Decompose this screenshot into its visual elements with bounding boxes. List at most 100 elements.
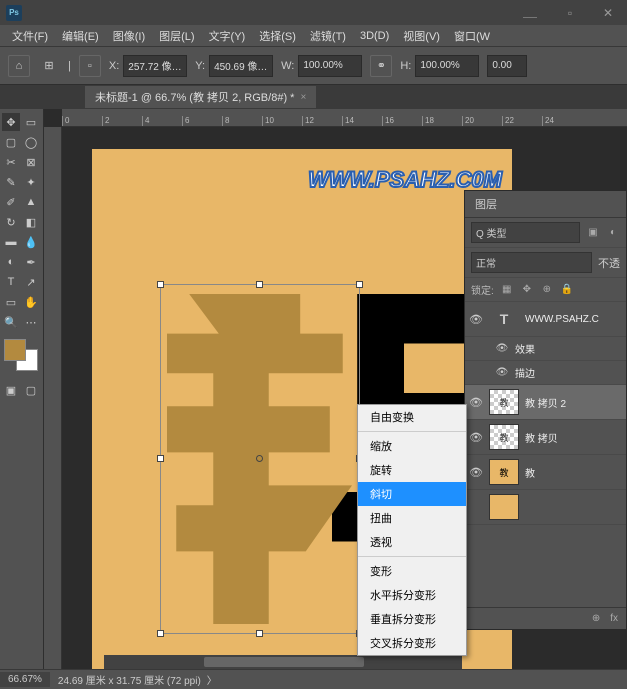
- document-tab[interactable]: 未标题-1 @ 66.7% (教 拷贝 2, RGB/8#) * ×: [85, 86, 316, 108]
- lock-artboard-icon[interactable]: ⊕: [540, 283, 554, 297]
- path-tool[interactable]: ↗: [22, 273, 40, 291]
- menu-view[interactable]: 视图(V): [397, 26, 446, 46]
- reference-point-icon[interactable]: ▫: [79, 55, 101, 77]
- menu-warp[interactable]: 变形: [358, 559, 466, 583]
- handle-top[interactable]: [256, 281, 263, 288]
- edit-toolbar[interactable]: ⋯: [22, 313, 40, 331]
- move-tool[interactable]: ✥: [2, 113, 20, 131]
- menu-distort[interactable]: 扭曲: [358, 506, 466, 530]
- type-tool[interactable]: T: [2, 273, 20, 291]
- close-button[interactable]: ✕: [589, 0, 627, 25]
- layer-copy-2[interactable]: 👁 教 教 拷贝 2: [465, 385, 626, 420]
- angle-input[interactable]: [487, 55, 527, 77]
- layer-original[interactable]: 👁 教 教: [465, 455, 626, 490]
- home-icon[interactable]: ⌂: [8, 55, 30, 77]
- menu-3d[interactable]: 3D(D): [354, 28, 395, 44]
- zoom-level[interactable]: 66.67%: [0, 672, 50, 687]
- handle-bottom[interactable]: [256, 630, 263, 637]
- gradient-tool[interactable]: ▬: [2, 233, 20, 251]
- transform-bounding-box[interactable]: [160, 284, 360, 634]
- h-input[interactable]: [415, 55, 479, 77]
- document-tabs: 未标题-1 @ 66.7% (教 拷贝 2, RGB/8#) * ×: [0, 85, 627, 109]
- handle-center[interactable]: [256, 455, 263, 462]
- blend-mode-select[interactable]: 正常: [471, 252, 592, 273]
- handle-left[interactable]: [157, 455, 164, 462]
- layer-name: WWW.PSAHZ.C: [525, 314, 622, 325]
- menu-filter[interactable]: 滤镜(T): [304, 26, 352, 46]
- artboard-tool[interactable]: ▭: [22, 113, 40, 131]
- clone-tool[interactable]: ▲: [22, 193, 40, 211]
- marquee-tool[interactable]: ▢: [2, 133, 20, 151]
- menu-type[interactable]: 文字(Y): [203, 26, 252, 46]
- visibility-icon[interactable]: 👁: [495, 367, 509, 378]
- lock-all-icon[interactable]: 🔒: [560, 283, 574, 297]
- hand-tool[interactable]: ✋: [22, 293, 40, 311]
- history-brush-tool[interactable]: ↻: [2, 213, 20, 231]
- color-swatches[interactable]: [2, 339, 38, 375]
- visibility-icon[interactable]: 👁: [469, 466, 483, 479]
- magic-wand-tool[interactable]: ✦: [22, 173, 40, 191]
- lasso-tool[interactable]: ◯: [22, 133, 40, 151]
- menu-file[interactable]: 文件(F): [6, 26, 54, 46]
- lock-pixels-icon[interactable]: ▦: [500, 283, 514, 297]
- shape-tool[interactable]: ▭: [2, 293, 20, 311]
- menu-skew[interactable]: 斜切: [358, 482, 466, 506]
- visibility-icon[interactable]: 👁: [469, 396, 483, 409]
- w-input[interactable]: [298, 55, 362, 77]
- menu-split-horizontal[interactable]: 水平拆分变形: [358, 583, 466, 607]
- menu-divider: [358, 556, 466, 557]
- pen-tool[interactable]: ✒: [22, 253, 40, 271]
- link-layers-icon[interactable]: ⊕: [592, 613, 600, 624]
- filter-image-icon[interactable]: ▣: [586, 226, 600, 240]
- screenmode-tool[interactable]: ▢: [22, 381, 40, 399]
- menu-edit[interactable]: 编辑(E): [56, 26, 105, 46]
- menu-scale[interactable]: 缩放: [358, 434, 466, 458]
- handle-top-right[interactable]: [356, 281, 363, 288]
- maximize-button[interactable]: ▫: [551, 0, 589, 25]
- crop-tool[interactable]: ✂: [2, 153, 20, 171]
- visibility-icon[interactable]: 👁: [495, 343, 509, 354]
- scrollbar-thumb[interactable]: [204, 657, 364, 667]
- eyedropper-tool[interactable]: ✎: [2, 173, 20, 191]
- link-icon[interactable]: ⚭: [370, 55, 392, 77]
- layer-copy-1[interactable]: 👁 教 教 拷贝: [465, 420, 626, 455]
- x-input[interactable]: [123, 55, 187, 77]
- eraser-tool[interactable]: ◧: [22, 213, 40, 231]
- layer-hidden[interactable]: [465, 490, 626, 525]
- foreground-swatch[interactable]: [4, 339, 26, 361]
- scrollbar-horizontal[interactable]: [104, 655, 462, 669]
- lock-position-icon[interactable]: ✥: [520, 283, 534, 297]
- tab-close-icon[interactable]: ×: [300, 92, 306, 103]
- menu-rotate[interactable]: 旋转: [358, 458, 466, 482]
- menu-free-transform[interactable]: 自由变换: [358, 405, 466, 429]
- y-input[interactable]: [209, 55, 273, 77]
- filter-adjust-icon[interactable]: ◐: [606, 226, 620, 240]
- minimize-button[interactable]: [523, 10, 537, 18]
- layer-effects[interactable]: 👁 效果: [465, 337, 626, 361]
- handle-bottom-left[interactable]: [157, 630, 164, 637]
- transform-icon[interactable]: ⊞: [38, 55, 60, 77]
- blur-tool[interactable]: 💧: [22, 233, 40, 251]
- fx-icon[interactable]: fx: [610, 613, 618, 624]
- zoom-tool[interactable]: 🔍: [2, 313, 20, 331]
- layer-filter-select[interactable]: Q 类型: [471, 222, 580, 243]
- quickmask-tool[interactable]: ▣: [2, 381, 20, 399]
- handle-top-left[interactable]: [157, 281, 164, 288]
- menu-window[interactable]: 窗口(W: [448, 26, 496, 46]
- menu-layer[interactable]: 图层(L): [153, 26, 200, 46]
- dodge-tool[interactable]: ◐: [2, 253, 20, 271]
- layers-panel-tab[interactable]: 图层: [465, 191, 626, 218]
- layer-name: 教 拷贝: [525, 430, 622, 445]
- menu-split-cross[interactable]: 交叉拆分变形: [358, 631, 466, 655]
- menu-split-vertical[interactable]: 垂直拆分变形: [358, 607, 466, 631]
- menu-image[interactable]: 图像(I): [107, 26, 151, 46]
- visibility-icon[interactable]: 👁: [469, 431, 483, 444]
- brush-tool[interactable]: ✐: [2, 193, 20, 211]
- menu-select[interactable]: 选择(S): [253, 26, 302, 46]
- frame-tool[interactable]: ⊠: [22, 153, 40, 171]
- layer-text[interactable]: 👁 T WWW.PSAHZ.C: [465, 302, 626, 337]
- menu-divider: [358, 431, 466, 432]
- menu-perspective[interactable]: 透视: [358, 530, 466, 554]
- layer-stroke-effect[interactable]: 👁 描边: [465, 361, 626, 385]
- visibility-icon[interactable]: 👁: [469, 313, 483, 326]
